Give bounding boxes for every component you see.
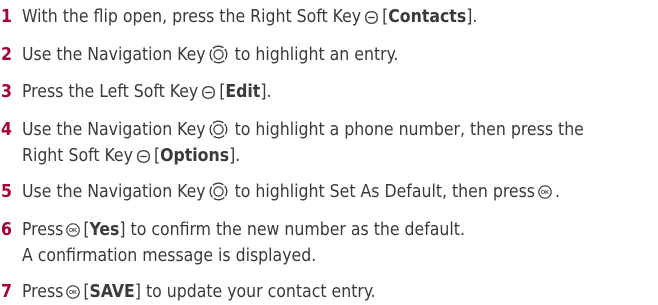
step-number: 5 (1, 182, 12, 202)
step-7: 7 Press OK [SAVE] to update your contact e… (0, 279, 658, 305)
step-text: Press the Left Soft Key (22, 82, 199, 102)
step-note: A confirmation message is displayed. (22, 245, 317, 266)
ok-key-icon: OK (538, 185, 552, 199)
step-text: Right Soft Key (22, 145, 133, 166)
step-number: 7 (1, 282, 12, 302)
key-label: SAVE (89, 282, 135, 302)
step-5: 5 Use the Navigation Key to highlight Se… (0, 179, 658, 205)
step-line: Press OK [Yes] to confirm the new number a… (22, 217, 658, 243)
step-4: 4 Use the Navigation Key to highlight a … (0, 117, 658, 169)
step-text: to highlight Set As Default, then press (229, 182, 535, 202)
key-label: Contacts (388, 7, 467, 27)
svg-text:OK: OK (69, 290, 77, 296)
key-label: Options (160, 145, 230, 166)
step-number: 3 (1, 82, 12, 102)
soft-key-icon (202, 86, 216, 99)
step-number: 1 (1, 7, 12, 27)
step-6: 6 Press OK [Yes] to confirm the new number… (0, 217, 658, 269)
svg-text:OK: OK (69, 227, 77, 233)
step-number: 2 (1, 44, 12, 65)
key-label: Edit (225, 82, 261, 102)
step-number: 6 (1, 219, 12, 240)
soft-key-icon (365, 11, 378, 24)
soft-key-icon (137, 149, 150, 163)
step-text: to highlight an entry. (229, 44, 399, 65)
step-2: 2 Use the Navigation Key to highlight an… (0, 42, 658, 68)
step-text: to highlight a phone number, then press … (229, 119, 584, 140)
step-text: Use the Navigation Key (22, 119, 206, 140)
navigation-key-icon (209, 182, 228, 201)
bracket-close: ]. (229, 145, 241, 166)
step-1: 1 With the flip open, press the Right So… (0, 4, 658, 30)
step-text: . (555, 182, 560, 202)
step-text: ] to update your contact entry. (134, 282, 376, 302)
step-3: 3 Press the Left Soft Key [Edit]. (0, 79, 658, 105)
step-text: Use the Navigation Key (22, 44, 206, 65)
step-line: Use the Navigation Key to highlight a ph… (22, 117, 658, 143)
instruction-steps: 1 With the flip open, press the Right So… (0, 0, 658, 305)
step-number: 4 (1, 119, 12, 140)
step-text: With the flip open, press the Right Soft… (22, 7, 362, 27)
navigation-key-icon (209, 45, 228, 64)
bracket-close: ]. (466, 7, 478, 27)
step-text: ] to confirm the new number as the defau… (119, 219, 465, 240)
step-line: Right Soft Key [Options]. (22, 143, 658, 169)
step-text: Press (22, 219, 64, 240)
navigation-key-icon (209, 120, 228, 139)
step-text: Use the Navigation Key (22, 182, 206, 202)
ok-key-icon: OK (66, 285, 81, 299)
bracket-close: ]. (260, 82, 272, 102)
svg-text:OK: OK (541, 190, 549, 196)
ok-key-icon: OK (66, 222, 81, 237)
step-text: Press (22, 282, 64, 302)
key-label: Yes (89, 219, 120, 240)
